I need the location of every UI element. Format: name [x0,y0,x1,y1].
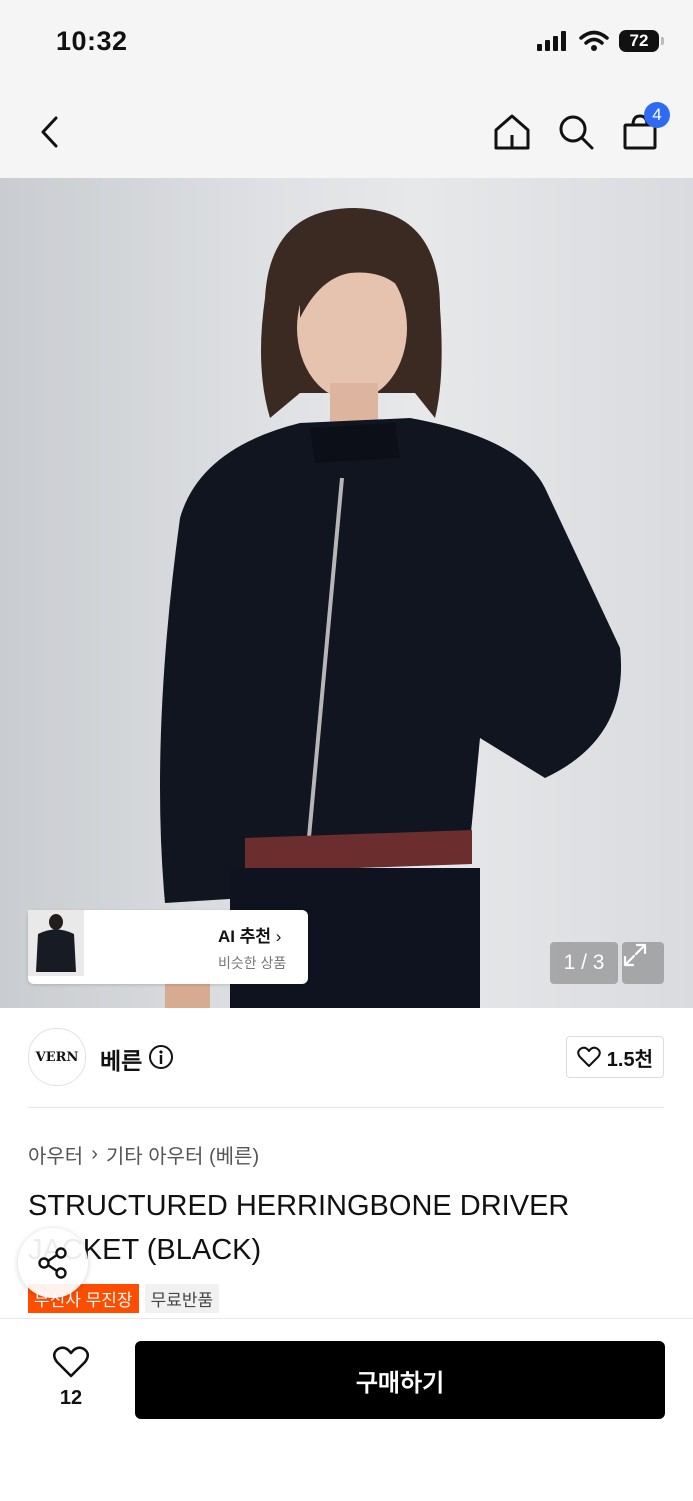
status-bar: 10:32 72 [0,0,693,88]
battery-indicator: 72 [619,30,664,52]
bottom-action-bar: 12 구매하기 [0,1318,693,1501]
home-button[interactable] [490,110,534,154]
buy-button[interactable]: 구매하기 [135,1341,665,1419]
chevron-right-icon: › [91,1143,98,1165]
brand-like-count: 1.5천 [606,1048,653,1071]
wifi-icon [579,30,609,51]
home-icon [494,114,530,150]
brand-logo[interactable]: VERN [28,1028,86,1086]
share-icon [38,1247,67,1279]
breadcrumb-category[interactable]: 아우터 [28,1140,83,1169]
info-icon[interactable] [148,1044,174,1070]
breadcrumb-subcategory[interactable]: 기타 아우터 (베른) [106,1140,259,1169]
product-image-gallery[interactable]: AI 추천 › 비슷한 상품 1 / 3 [0,178,693,1008]
ai-subtitle: 비슷한 상품 [218,954,287,971]
thumbnail-3[interactable] [28,910,208,980]
breadcrumb: 아우터 › 기타 아우터 (베른) [28,1140,259,1169]
expand-icon [623,943,647,967]
back-button[interactable] [28,110,72,154]
ai-title: AI 추천 [218,926,272,946]
heart-icon [577,1046,601,1067]
chevron-left-icon [41,116,58,148]
brand-like-button[interactable]: 1.5천 [565,1036,664,1078]
expand-button[interactable] [622,942,664,984]
top-navigation: 4 [0,88,693,178]
image-counter: 1 / 3 [550,942,618,984]
product-title: STRUCTURED HERRINGBONE DRIVER JACKET (BL… [28,1190,570,1266]
thumbnail-2[interactable] [28,910,148,980]
search-button[interactable] [554,110,598,154]
brand-row: VERN 베른 1.5천 [28,1028,664,1086]
heart-icon[interactable] [52,1345,90,1379]
divider [28,1107,664,1108]
share-button[interactable] [18,1228,88,1298]
search-icon [559,115,594,150]
product-photo [160,208,622,1008]
cart-button[interactable]: 4 [618,102,670,154]
favorite-count: 12 [59,1387,83,1409]
chevron-right-icon: › [275,926,282,946]
status-time: 10:32 [56,26,128,56]
ai-recommendation-text: AI 추천 › 비슷한 상품 [218,922,286,973]
ai-recommendation-card[interactable]: AI 추천 › 비슷한 상품 [28,910,308,984]
signal-icon [537,31,566,51]
brand-name[interactable]: 베른 [100,1042,142,1076]
status-icons: 72 [537,30,664,52]
tag-free-return: 무료반품 [144,1284,220,1313]
cart-count-badge: 4 [644,102,670,128]
